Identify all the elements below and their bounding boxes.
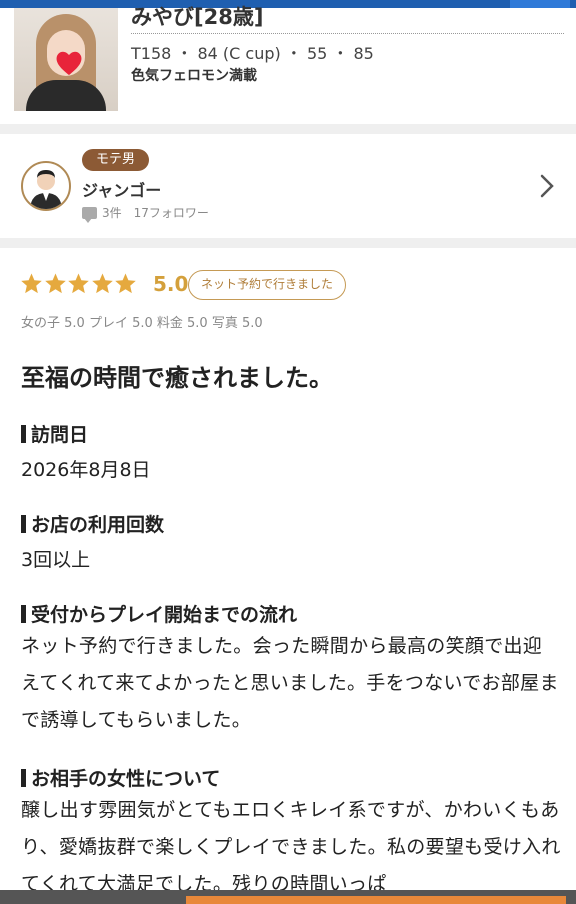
section-value-visit-count: 3回以上 [21, 549, 91, 571]
section-heading-visit-count: お店の利用回数 [21, 510, 164, 537]
section-heading-partner: お相手の女性について [21, 764, 220, 791]
reviewer-meta: 3件 17フォロワー [82, 204, 209, 223]
reviewer-name[interactable]: ジャンゴー [82, 177, 161, 201]
section-heading-flow: 受付からプレイ開始までの流れ [21, 600, 297, 627]
girl-photo[interactable] [14, 8, 118, 111]
review-title: 至福の時間で癒されました。 [21, 364, 333, 392]
section-value-flow: ネット予約で行きました。会った瞬間から最高の笑顔で出迎えてくれて来てよかったと思… [21, 635, 559, 731]
star-rating [20, 272, 138, 295]
rank-badge: モテ男 [82, 149, 150, 171]
star-icon [21, 273, 42, 294]
girl-tagline: 色気フェロモン満載 [131, 68, 257, 84]
comment-icon [82, 206, 97, 223]
follower-count: 17フォロワー [133, 206, 209, 220]
divider [131, 33, 564, 34]
heart-icon [56, 51, 82, 75]
star-icon [68, 273, 89, 294]
chevron-right-icon[interactable] [536, 172, 558, 200]
user-avatar-icon [30, 170, 62, 209]
star-icon [91, 273, 113, 294]
star-icon [44, 273, 66, 294]
section-value-partner: 醸し出す雰囲気がとてもエロくキレイ系ですが、かわいくもあり、愛嬌抜群で楽しくプレ… [21, 799, 561, 895]
section-heading-visit-date: 訪問日 [21, 420, 88, 447]
rating-score: 5.0 [153, 272, 189, 296]
subscores: 女の子 5.0 プレイ 5.0 料金 5.0 写真 5.0 [21, 316, 263, 331]
girl-profile-card[interactable]: みやび[28歳] T158 ・ 84 (C cup) ・ 55 ・ 85 色気フ… [0, 0, 576, 124]
avatar[interactable] [21, 161, 71, 211]
girl-stats: T158 ・ 84 (C cup) ・ 55 ・ 85 [131, 44, 374, 63]
section-separator [0, 124, 576, 134]
girl-name[interactable]: みやび[28歳] [131, 2, 263, 32]
reviewer-card[interactable]: モテ男 ジャンゴー 3件 17フォロワー [0, 134, 576, 238]
reservation-badge: ネット予約で行きました [188, 270, 347, 300]
bottom-bar [0, 890, 576, 904]
star-icon [115, 273, 136, 294]
section-separator [0, 238, 576, 248]
section-value-visit-date: 2026年8月8日 [21, 459, 151, 481]
bottom-action-bar[interactable] [186, 896, 566, 904]
review-count: 3件 [102, 206, 122, 220]
